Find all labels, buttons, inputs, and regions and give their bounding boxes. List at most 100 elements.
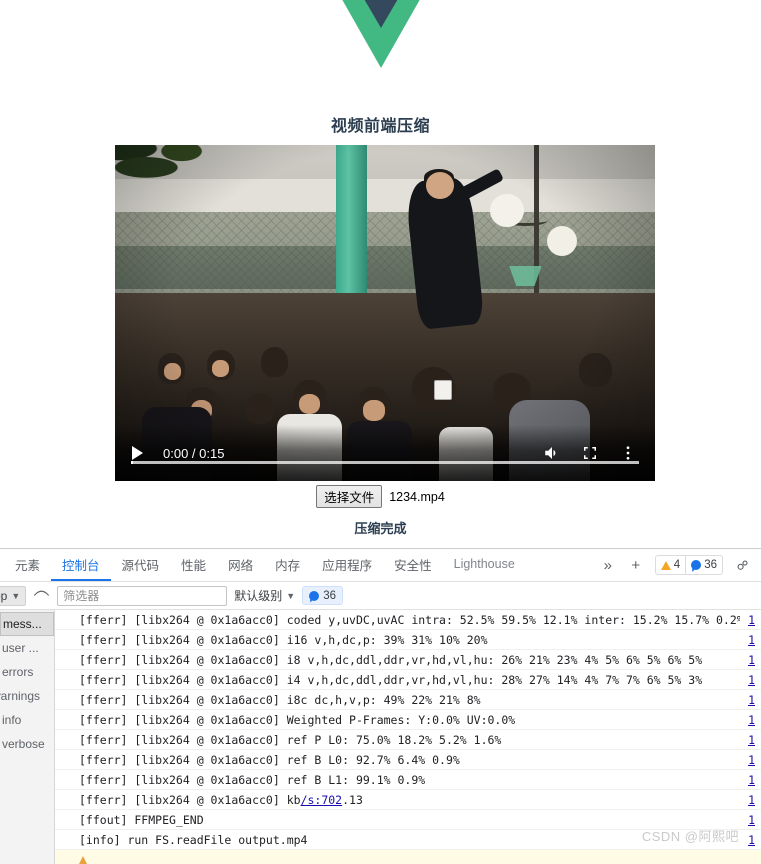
more-options-icon[interactable] bbox=[619, 444, 637, 462]
devtools-panel: 元素 控制台 源代码 性能 网络 内存 应用程序 安全性 Lighthouse … bbox=[0, 548, 761, 864]
console-log-row[interactable]: [fferr] [libx264 @ 0x1a6acc0] kb/s:702.1… bbox=[55, 790, 761, 810]
video-controls-right bbox=[543, 444, 643, 462]
console-source-link[interactable]: 1 bbox=[748, 713, 755, 727]
fullscreen-icon[interactable] bbox=[581, 444, 599, 462]
play-icon[interactable] bbox=[132, 446, 143, 460]
tab-sources[interactable]: 源代码 bbox=[111, 549, 171, 581]
console-log-text: [fferr] [libx264 @ 0x1a6acc0] Weighted P… bbox=[79, 712, 516, 727]
tab-lighthouse[interactable]: Lighthouse bbox=[443, 549, 526, 581]
volume-icon[interactable] bbox=[543, 444, 561, 462]
console-log-row[interactable]: [fferr] [libx264 @ 0x1a6acc0] coded y,uv… bbox=[55, 610, 761, 630]
message-bubble-icon bbox=[691, 560, 702, 570]
console-log-text: [fferr] [libx264 @ 0x1a6acc0] i8c dc,h,v… bbox=[79, 692, 481, 707]
console-filter-input[interactable] bbox=[57, 585, 228, 606]
console-inline-link[interactable]: /s:702 bbox=[301, 793, 343, 807]
console-log-row[interactable]: [fferr] [libx264 @ 0x1a6acc0] i4 v,h,dc,… bbox=[55, 670, 761, 690]
console-toolbar: op ▼ 默认级别 ▼ 36 bbox=[0, 582, 761, 610]
more-tabs-icon[interactable]: » bbox=[595, 552, 621, 578]
console-log-text: [ffout] FFMPEG_END bbox=[79, 812, 204, 827]
console-source-link[interactable]: 1 bbox=[748, 693, 755, 707]
console-source-link[interactable]: 1 bbox=[748, 773, 755, 787]
video-progress-fill bbox=[131, 461, 134, 464]
page-title: 视频前端压缩 bbox=[330, 118, 430, 135]
console-source-link[interactable]: 1 bbox=[748, 673, 755, 687]
toolbar-message-count: 36 bbox=[323, 589, 337, 602]
video-progress-bar[interactable] bbox=[131, 461, 639, 464]
video-player[interactable]: 0:00 / 0:15 bbox=[115, 145, 655, 481]
sidebar-item-errors[interactable]: o errors bbox=[0, 660, 54, 684]
file-input-row[interactable]: 选择文件 1234.mp4 bbox=[0, 485, 761, 508]
console-log-text: [fferr] [libx264 @ 0x1a6acc0] ref P L0: … bbox=[79, 732, 502, 747]
video-controls-bar[interactable]: 0:00 / 0:15 bbox=[115, 425, 655, 481]
console-source-link[interactable]: 1 bbox=[748, 753, 755, 767]
console-source-link[interactable]: 1 bbox=[748, 833, 755, 847]
vue-logo bbox=[341, 0, 420, 68]
devtools-tabbar-actions: » + 4 36 bbox=[595, 549, 761, 581]
console-source-link[interactable]: 1 bbox=[748, 653, 755, 667]
eye-icon[interactable] bbox=[33, 589, 50, 602]
toolbar-message-badge[interactable]: 36 bbox=[302, 586, 344, 605]
devtools-issue-badges: 4 36 bbox=[654, 555, 723, 575]
console-source-link[interactable]: 1 bbox=[748, 613, 755, 627]
tab-network[interactable]: 网络 bbox=[217, 549, 264, 581]
warning-badge[interactable]: 4 bbox=[656, 556, 685, 574]
console-source-link[interactable]: 1 bbox=[748, 733, 755, 747]
console-source-link[interactable]: 1 bbox=[748, 633, 755, 647]
console-log-row[interactable]: [ffout] FFMPEG_END 1 bbox=[55, 810, 761, 830]
warning-count: 4 bbox=[673, 559, 681, 571]
console-log-text: [fferr] [libx264 @ 0x1a6acc0] i16 v,h,dc… bbox=[79, 632, 488, 647]
console-log-row[interactable]: [fferr] [libx264 @ 0x1a6acc0] i8 v,h,dc,… bbox=[55, 650, 761, 670]
console-log-row[interactable]: [fferr] [libx264 @ 0x1a6acc0] ref P L0: … bbox=[55, 730, 761, 750]
message-count: 36 bbox=[704, 559, 717, 571]
warning-triangle-icon bbox=[660, 560, 671, 570]
tab-memory[interactable]: 内存 bbox=[264, 549, 311, 581]
console-source-link[interactable]: 1 bbox=[748, 793, 755, 807]
execution-context-label: op bbox=[0, 588, 8, 603]
console-log-text: [fferr] [libx264 @ 0x1a6acc0] ref B L0: … bbox=[79, 752, 460, 767]
console-source-link[interactable]: 1 bbox=[748, 813, 755, 827]
execution-context-select[interactable]: op ▼ bbox=[0, 585, 27, 606]
console-log-text: [fferr] [libx264 @ 0x1a6acc0] coded y,uv… bbox=[79, 612, 741, 627]
console-log-row[interactable]: [fferr] [libx264 @ 0x1a6acc0] ref B L0: … bbox=[55, 750, 761, 770]
sidebar-item-messages[interactable]: 9 mess... bbox=[0, 612, 54, 636]
console-log-text: [info] run FS.readFile output.mp4 bbox=[79, 832, 308, 847]
video-controls-left: 0:00 / 0:15 bbox=[127, 446, 224, 461]
sidebar-item-info[interactable]: 5 info bbox=[0, 708, 54, 732]
console-log-row[interactable] bbox=[55, 850, 761, 864]
log-level-select[interactable]: 默认级别 ▼ bbox=[234, 587, 295, 604]
console-log-text: [fferr] [libx264 @ 0x1a6acc0] kb/s:702.1… bbox=[79, 792, 363, 807]
add-tab-icon[interactable]: + bbox=[623, 552, 649, 578]
console-log-row[interactable]: [fferr] [libx264 @ 0x1a6acc0] i8c dc,h,v… bbox=[55, 690, 761, 710]
log-level-label: 默认级别 bbox=[234, 589, 283, 603]
video-time-display: 0:00 / 0:15 bbox=[163, 445, 225, 461]
sidebar-item-warnings[interactable]: warnings bbox=[0, 684, 54, 708]
console-message-list[interactable]: [fferr] [libx264 @ 0x1a6acc0] coded y,uv… bbox=[55, 610, 761, 864]
console-log-row[interactable]: [info] run FS.readFile output.mp4 1 bbox=[55, 830, 761, 850]
console-log-row[interactable]: [fferr] [libx264 @ 0x1a6acc0] i16 v,h,dc… bbox=[55, 630, 761, 650]
console-body: 9 mess... 9 user ... o errors warnings 5… bbox=[0, 610, 761, 864]
tab-security[interactable]: 安全性 bbox=[383, 549, 443, 581]
sidebar-item-user-messages[interactable]: 9 user ... bbox=[0, 636, 54, 660]
console-log-text: [fferr] [libx264 @ 0x1a6acc0] i8 v,h,dc,… bbox=[79, 652, 703, 667]
settings-gear-icon[interactable] bbox=[729, 552, 755, 578]
choose-file-button[interactable]: 选择文件 bbox=[316, 485, 383, 508]
devtools-tabbar: 元素 控制台 源代码 性能 网络 内存 应用程序 安全性 Lighthouse … bbox=[0, 549, 761, 582]
sidebar-item-verbose[interactable]: o verbose bbox=[0, 732, 54, 756]
console-log-row[interactable]: [fferr] [libx264 @ 0x1a6acc0] Weighted P… bbox=[55, 710, 761, 730]
console-log-text: [fferr] [libx264 @ 0x1a6acc0] ref B L1: … bbox=[79, 772, 426, 787]
console-log-row[interactable]: [fferr] [libx264 @ 0x1a6acc0] ref B L1: … bbox=[55, 770, 761, 790]
tab-elements[interactable]: 元素 bbox=[4, 549, 51, 581]
warning-triangle-icon bbox=[79, 855, 87, 864]
console-sidebar: 9 mess... 9 user ... o errors warnings 5… bbox=[0, 610, 55, 864]
tab-console[interactable]: 控制台 bbox=[51, 549, 111, 581]
tab-application[interactable]: 应用程序 bbox=[311, 549, 383, 581]
vue-logo-container bbox=[0, 0, 761, 90]
screen-root: 视频前端压缩 0:00 / 0:15 选择文件 1234.mp4 压缩完成 元素… bbox=[0, 0, 761, 864]
vue-app-page: 视频前端压缩 0:00 / 0:15 选择文件 1234.mp4 压缩完成 bbox=[0, 0, 761, 548]
tab-performance[interactable]: 性能 bbox=[170, 549, 217, 581]
compression-status-text: 压缩完成 bbox=[354, 521, 407, 536]
toolbar-message-bubble-icon bbox=[309, 590, 320, 601]
chevron-down-icon: ▼ bbox=[11, 590, 21, 601]
message-badge[interactable]: 36 bbox=[685, 556, 722, 574]
console-log-text: [fferr] [libx264 @ 0x1a6acc0] i4 v,h,dc,… bbox=[79, 672, 703, 687]
